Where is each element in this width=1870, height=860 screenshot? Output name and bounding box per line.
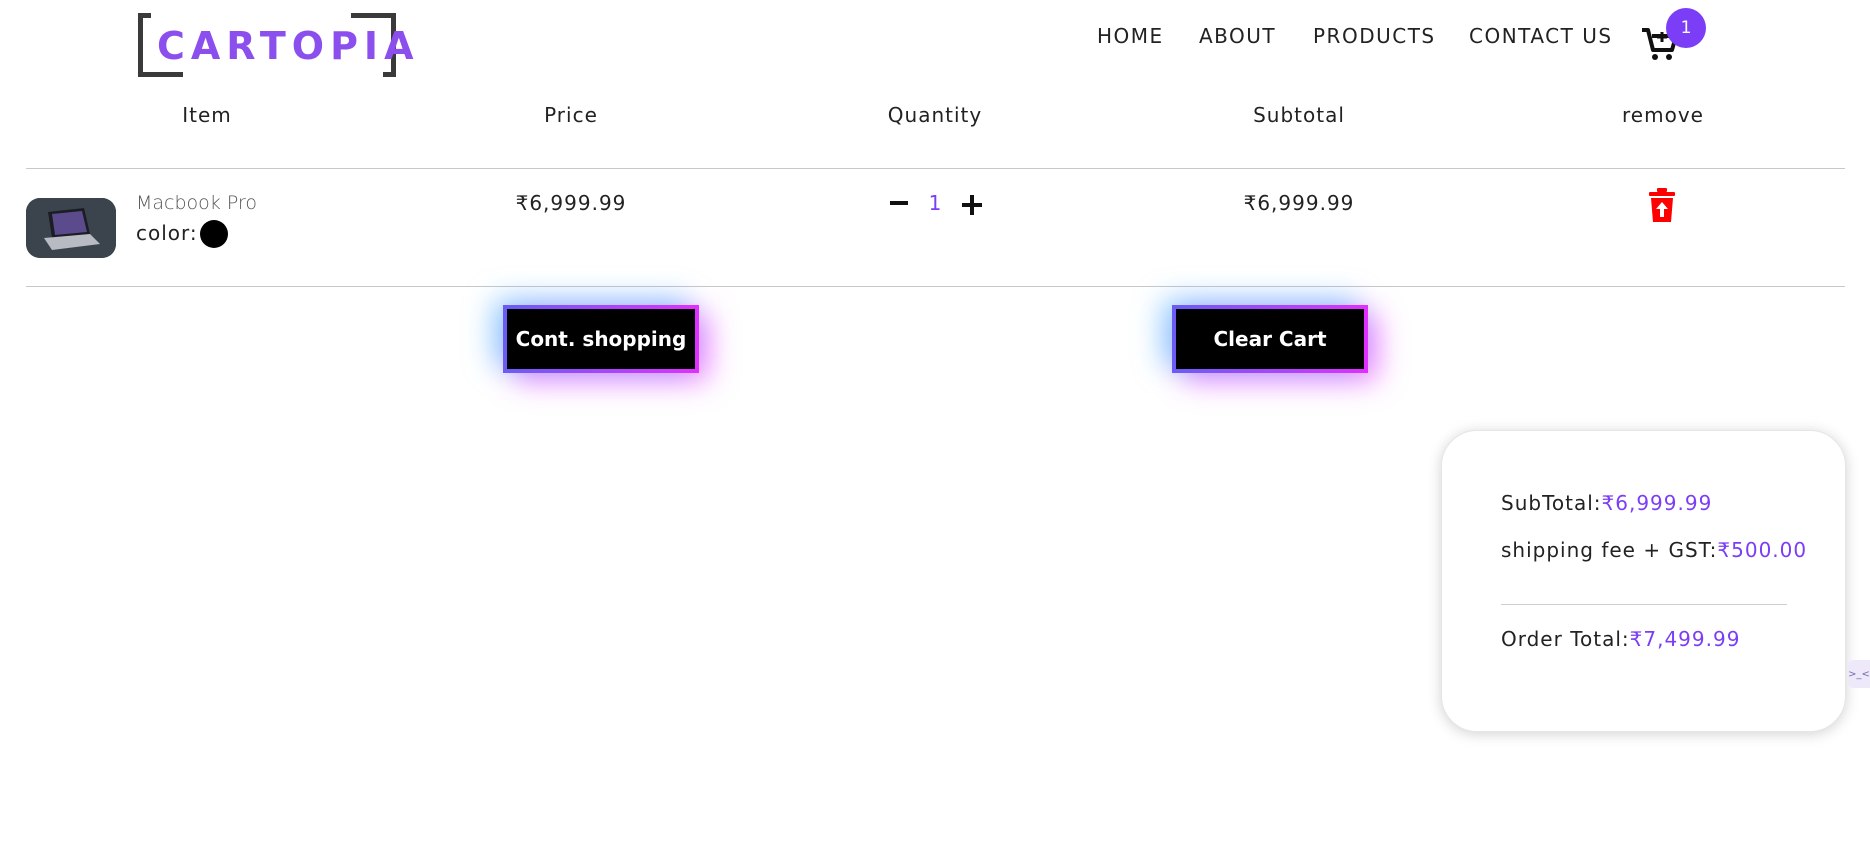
divider xyxy=(26,286,1845,287)
summary-shipping-label: shipping fee + GST: xyxy=(1501,538,1718,562)
divider xyxy=(26,168,1845,169)
color-swatch xyxy=(200,220,228,248)
product-thumbnail xyxy=(26,198,116,258)
row-subtotal: ₹6,999.99 xyxy=(1243,191,1355,215)
quantity-increase-button[interactable] xyxy=(962,195,982,215)
summary-order-total: Order Total:₹7,499.99 xyxy=(1501,627,1740,651)
cart-count-badge: 1 xyxy=(1666,8,1706,48)
column-header-price: Price xyxy=(544,103,598,127)
clear-cart-button[interactable]: Clear Cart xyxy=(1172,305,1368,373)
order-summary-card: SubTotal:₹6,999.99 shipping fee + GST:₹5… xyxy=(1441,430,1846,732)
summary-total-label: Order Total: xyxy=(1501,627,1630,651)
summary-subtotal-label: SubTotal: xyxy=(1501,491,1602,515)
quantity-value: 1 xyxy=(928,191,942,215)
logo[interactable]: CARTOPIA xyxy=(138,12,413,78)
logo-text: CARTOPIA xyxy=(157,24,420,68)
summary-subtotal-value: ₹6,999.99 xyxy=(1601,491,1713,515)
nav-about[interactable]: ABOUT xyxy=(1199,24,1276,48)
column-header-remove: remove xyxy=(1622,103,1704,127)
product-name: Macbook Pro xyxy=(136,192,257,214)
side-widget-tab[interactable]: >_< xyxy=(1848,660,1870,688)
row-price: ₹6,999.99 xyxy=(515,191,627,215)
summary-shipping: shipping fee + GST:₹500.00 xyxy=(1501,538,1807,562)
column-header-item: Item xyxy=(182,103,232,127)
column-header-quantity: Quantity xyxy=(887,103,983,127)
trash-icon[interactable] xyxy=(1648,188,1676,222)
summary-total-value: ₹7,499.99 xyxy=(1629,627,1741,651)
nav-products[interactable]: PRODUCTS xyxy=(1313,24,1436,48)
summary-shipping-value: ₹500.00 xyxy=(1717,538,1808,562)
nav-contact-us[interactable]: CONTACT US xyxy=(1469,24,1613,48)
nav-home[interactable]: HOME xyxy=(1097,24,1164,48)
column-header-subtotal: Subtotal xyxy=(1253,103,1345,127)
quantity-decrease-button[interactable] xyxy=(890,201,908,205)
color-label: color: xyxy=(136,221,198,245)
summary-subtotal: SubTotal:₹6,999.99 xyxy=(1501,491,1712,515)
summary-divider xyxy=(1501,604,1787,605)
continue-shopping-button[interactable]: Cont. shopping xyxy=(503,305,699,373)
